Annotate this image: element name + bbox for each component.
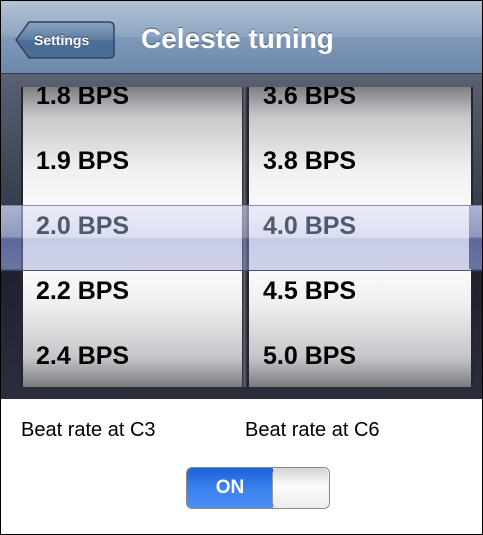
picker-item[interactable]: 1.8 BPS [36, 87, 129, 120]
picker-wheel-c6[interactable]: 3.6 BPS 3.8 BPS 4.0 BPS 4.5 BPS 5.0 BPS [247, 87, 473, 387]
on-off-switch[interactable]: ON [186, 467, 330, 509]
screen: Settings Celeste tuning 1.8 BPS 1.9 BPS … [0, 0, 483, 535]
picker-item[interactable]: 5.0 BPS [263, 332, 356, 380]
picker-item-selected[interactable]: 4.0 BPS [263, 202, 356, 250]
picker-item-selected[interactable]: 2.0 BPS [36, 202, 129, 250]
label-beat-rate-c3: Beat rate at C3 [21, 419, 156, 441]
picker-item[interactable]: 4.5 BPS [263, 267, 356, 315]
picker-item[interactable]: 1.9 BPS [36, 137, 129, 185]
beat-rate-picker[interactable]: 1.8 BPS 1.9 BPS 2.0 BPS 2.2 BPS 2.4 BPS … [1, 74, 482, 399]
navigation-bar: Settings Celeste tuning [1, 1, 482, 74]
picker-wheel-c3[interactable]: 1.8 BPS 1.9 BPS 2.0 BPS 2.2 BPS 2.4 BPS [21, 87, 246, 387]
selection-band-right [469, 205, 482, 269]
page-title: Celeste tuning [141, 23, 334, 54]
picker-item[interactable]: 2.4 BPS [36, 332, 129, 380]
picker-item[interactable]: 3.6 BPS [263, 87, 356, 120]
switch-on-label: ON [187, 468, 273, 508]
switch-knob[interactable] [272, 468, 328, 508]
label-beat-rate-c6: Beat rate at C6 [245, 419, 380, 441]
back-button[interactable]: Settings [15, 21, 115, 59]
back-button-label: Settings [34, 32, 90, 48]
selection-band-left [1, 205, 21, 269]
picker-item[interactable]: 2.2 BPS [36, 267, 129, 315]
picker-item[interactable]: 3.8 BPS [263, 137, 356, 185]
